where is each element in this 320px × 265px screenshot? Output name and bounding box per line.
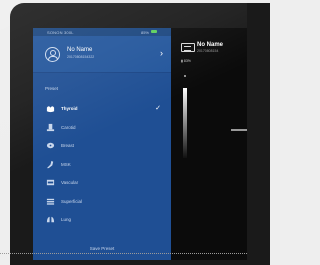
save-preset-button[interactable]: Save Preset xyxy=(33,246,171,251)
image-patient-id: 20170808154 xyxy=(197,49,219,53)
preset-label: Thyroid xyxy=(61,106,78,111)
chevron-right-icon: › xyxy=(160,48,163,58)
patient-name: No Name xyxy=(67,47,93,53)
preset-item-vascular[interactable]: Vascular xyxy=(33,174,171,193)
scale-marker xyxy=(231,129,247,131)
preset-label: Breast xyxy=(61,143,75,148)
preset-item-thyroid[interactable]: Thyroid ✓ xyxy=(33,100,171,119)
preset-item-carotid[interactable]: Carotid xyxy=(33,119,171,138)
section-title-preset: Preset xyxy=(45,86,59,91)
grayscale-bar xyxy=(183,88,187,158)
carotid-icon xyxy=(46,123,55,131)
preset-item-breast[interactable]: Breast xyxy=(33,137,171,156)
device-screen: SONON 300L 85% No Name 20170808154322 › … xyxy=(33,28,247,260)
ultrasound-image-area: No Name 20170808154 ▮ 83% xyxy=(171,28,247,260)
thyroid-icon xyxy=(46,106,55,113)
patient-id: 20170808154322 xyxy=(67,55,95,59)
dotted-baseline xyxy=(0,253,247,255)
lung-icon xyxy=(46,216,55,223)
image-battery-text: 83% xyxy=(183,59,191,63)
divider xyxy=(33,72,171,73)
preset-label: Lung xyxy=(61,217,72,222)
image-battery-status: ▮ 83% xyxy=(181,59,191,63)
battery-percent: 85% xyxy=(140,30,149,35)
battery-icon xyxy=(151,30,157,33)
vascular-icon xyxy=(46,179,55,186)
patient-profile-row[interactable]: No Name 20170808154322 › xyxy=(33,36,171,72)
breast-icon xyxy=(46,142,55,149)
preset-label: Vascular xyxy=(61,180,79,185)
preset-list: Thyroid ✓ Carotid Breast MSK Vascular Su… xyxy=(33,100,171,230)
check-icon: ✓ xyxy=(155,105,161,112)
preset-item-superficial[interactable]: Superficial xyxy=(33,193,171,212)
preset-item-msk[interactable]: MSK xyxy=(33,156,171,175)
status-bar: SONON 300L 85% xyxy=(33,28,171,36)
avatar-icon xyxy=(45,47,60,62)
preset-item-lung[interactable]: Lung xyxy=(33,211,171,230)
focus-marker-icon xyxy=(184,75,186,77)
logo-icon xyxy=(181,43,195,52)
msk-icon xyxy=(46,160,54,168)
image-patient-name: No Name xyxy=(197,42,224,48)
preset-label: MSK xyxy=(61,161,71,167)
preset-side-panel: SONON 300L 85% No Name 20170808154322 › … xyxy=(33,28,171,260)
preset-label: Carotid xyxy=(61,124,76,130)
superficial-icon xyxy=(46,198,55,205)
device-model-label: SONON 300L xyxy=(47,30,74,35)
preset-label: Superficial xyxy=(61,198,83,204)
